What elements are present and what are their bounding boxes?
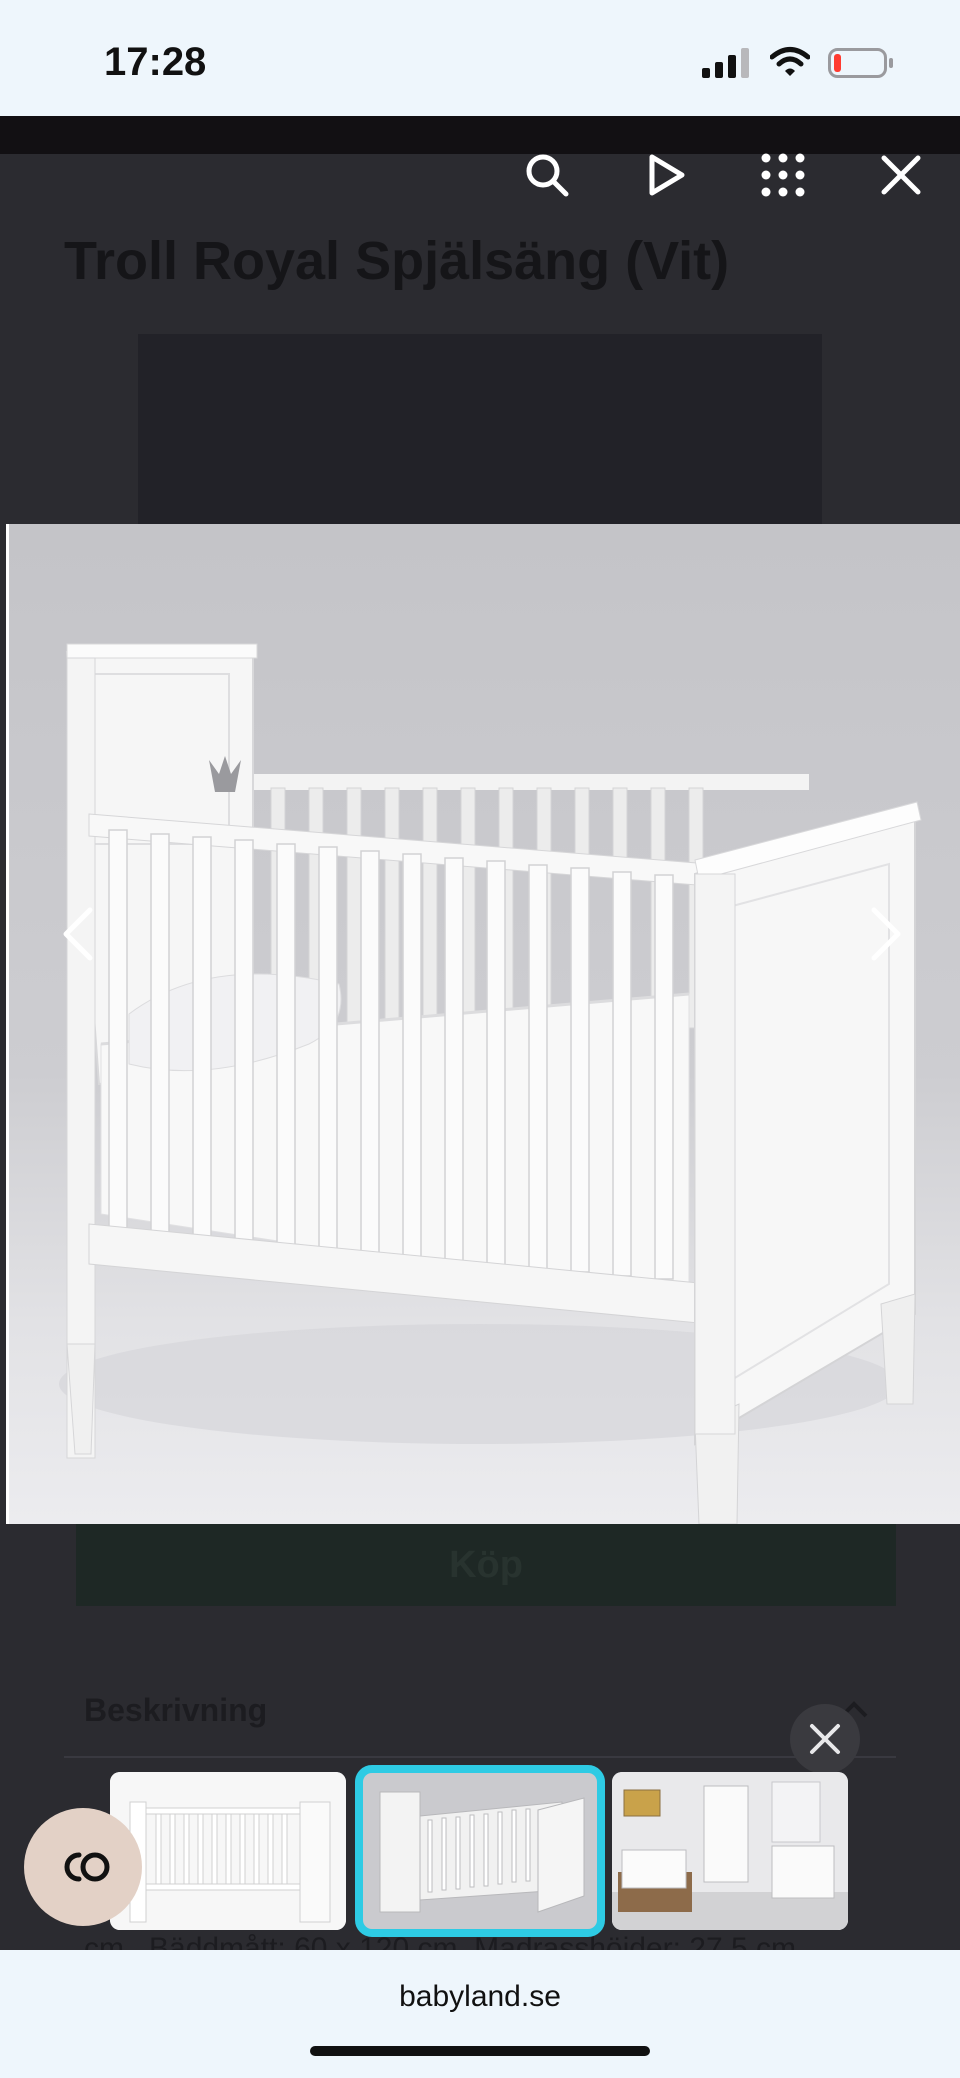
- status-time: 17:28: [104, 40, 207, 84]
- underlying-site-header: [0, 116, 960, 154]
- thumbnail-crib-front[interactable]: [110, 1772, 346, 1930]
- close-icon: [810, 1724, 840, 1754]
- search-button[interactable]: [520, 148, 574, 202]
- closed-captions-button[interactable]: [24, 1808, 142, 1926]
- play-icon: [649, 154, 685, 196]
- buy-button-label: Köp: [449, 1543, 523, 1586]
- thumbnail-image: [362, 1772, 598, 1930]
- wifi-icon: [770, 47, 810, 76]
- thumbnail-image: [612, 1772, 848, 1930]
- cellular-signal-icon: [702, 48, 749, 78]
- product-image-placeholder: [138, 334, 822, 524]
- thumbnail-image: [110, 1772, 346, 1930]
- status-bar: 17:28: [0, 0, 960, 116]
- grid-icon: [761, 153, 805, 197]
- url-text[interactable]: babyland.se: [0, 1980, 960, 2014]
- image-viewer-overlay: 17:28 Troll Royal Spjälsäng (Vit) Köp Be…: [0, 0, 960, 2078]
- divider: [64, 1756, 896, 1758]
- next-image-arrow[interactable]: [866, 904, 906, 964]
- browser-address-bar[interactable]: babyland.se: [0, 1950, 960, 2078]
- close-thumbnails-button[interactable]: [790, 1704, 860, 1774]
- main-product-image[interactable]: [6, 524, 960, 1524]
- previous-image-arrow[interactable]: [58, 904, 98, 964]
- description-heading: Beskrivning: [84, 1692, 268, 1728]
- grid-view-button[interactable]: [756, 148, 810, 202]
- close-icon: [881, 155, 921, 195]
- thumbnail-nursery-room[interactable]: [612, 1772, 848, 1930]
- crib-illustration: [59, 643, 922, 1524]
- buy-button[interactable]: Köp: [76, 1524, 896, 1606]
- close-viewer-button[interactable]: [874, 148, 928, 202]
- battery-icon: [828, 48, 893, 78]
- cc-icon: [64, 1852, 110, 1882]
- home-indicator: [310, 2046, 650, 2056]
- search-icon: [526, 154, 569, 197]
- play-slideshow-button[interactable]: [640, 148, 694, 202]
- thumbnail-crib-angle[interactable]: [355, 1765, 605, 1937]
- product-title: Troll Royal Spjälsäng (Vit): [64, 231, 730, 291]
